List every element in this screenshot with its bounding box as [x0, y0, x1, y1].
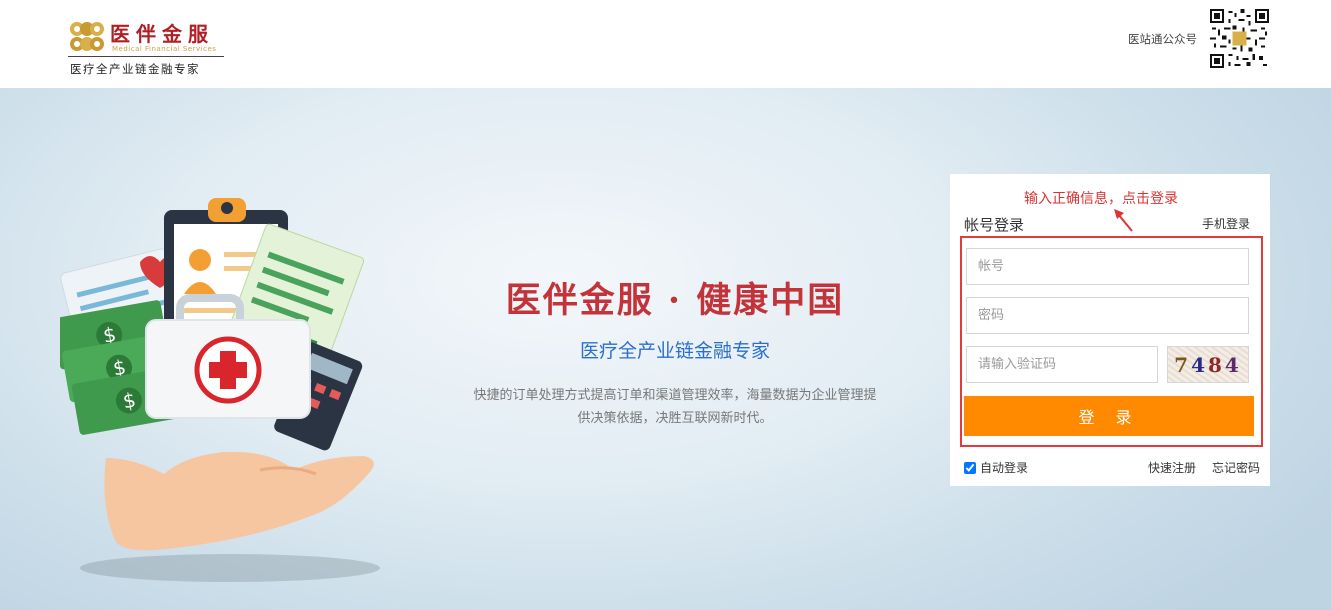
medical-finance-illustration: $ $ $	[60, 198, 380, 582]
annotation-arrow-icon	[1114, 209, 1133, 232]
hero-banner: $ $ $ 医伴金服 · 健康中国 医疗全产业链金融专家 快捷的订单处理方式提高…	[0, 88, 1331, 610]
quick-register-link[interactable]: 快速注册	[1148, 459, 1196, 476]
login-button[interactable]: 登 录	[964, 396, 1254, 436]
captcha-char: 4	[1224, 353, 1242, 377]
account-input[interactable]	[966, 248, 1249, 285]
logo-slogan: 医疗全产业链金融专家	[70, 62, 200, 76]
account-login-tab[interactable]: 帐号登录	[964, 214, 1024, 235]
qr-label: 医站通公众号	[1128, 32, 1197, 46]
brand-logo[interactable]: 医伴金服 Medical Financial Services 医疗全产业链金融…	[68, 16, 238, 78]
site-header: 医伴金服 Medical Financial Services 医疗全产业链金融…	[0, 0, 1331, 88]
instruction-annotation: 输入正确信息，点击登录	[1024, 191, 1178, 207]
hero-title: 医伴金服 · 健康中国	[505, 280, 845, 321]
password-input[interactable]	[966, 297, 1249, 334]
captcha-image[interactable]: 7484	[1167, 346, 1249, 383]
auto-login-label: 自动登录	[980, 461, 1029, 475]
logo-english-name: Medical Financial Services	[112, 45, 217, 53]
forgot-password-link[interactable]: 忘记密码	[1212, 459, 1260, 476]
logo-mark-icon	[70, 22, 104, 51]
phone-login-tab[interactable]: 手机登录	[1202, 215, 1250, 232]
qr-code-icon	[1210, 9, 1269, 68]
captcha-input[interactable]	[966, 346, 1158, 383]
logo-divider	[68, 56, 224, 57]
logo-name: 医伴金服	[110, 22, 214, 46]
hero-description: 快捷的订单处理方式提高订单和渠道管理效率，海量数据为企业管理提供决策依据，决胜互…	[473, 388, 877, 426]
hero-subtitle: 医疗全产业链金融专家	[579, 340, 770, 362]
captcha-char: 7	[1174, 353, 1192, 377]
captcha-char: 4	[1191, 353, 1208, 377]
login-options: 自动登录 快速注册 忘记密码	[964, 457, 1260, 477]
auto-login-checkbox[interactable]	[964, 462, 976, 474]
captcha-char: 8	[1208, 353, 1225, 377]
auto-login-option[interactable]: 自动登录	[964, 459, 1028, 476]
